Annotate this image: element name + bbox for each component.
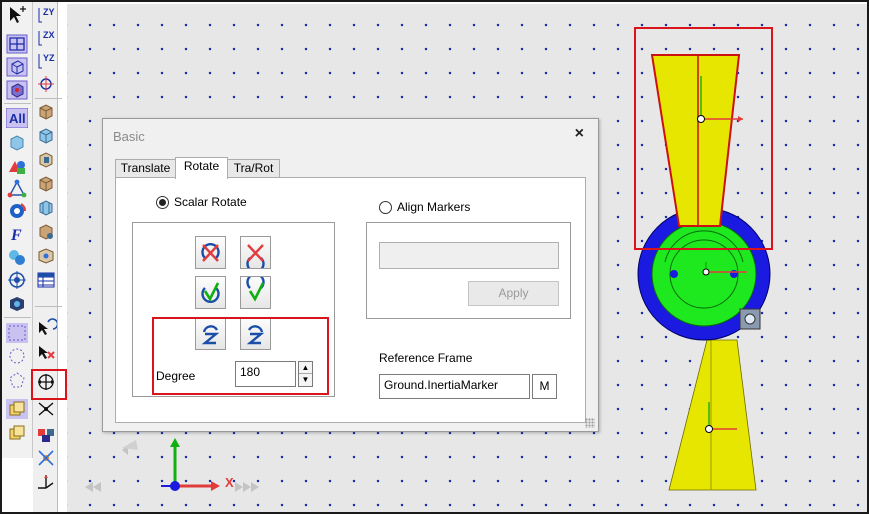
layer-paste-icon[interactable] bbox=[6, 423, 28, 443]
target-marker-icon[interactable] bbox=[6, 270, 28, 290]
svg-text:All: All bbox=[9, 111, 26, 126]
view-zy-icon[interactable]: ZY bbox=[35, 5, 57, 25]
spider-transform-icon[interactable] bbox=[35, 448, 57, 468]
joint-network-icon[interactable] bbox=[6, 179, 28, 199]
box-body-blue-icon[interactable] bbox=[35, 126, 57, 146]
rotate-y-positive-button[interactable] bbox=[240, 276, 271, 309]
rotate-controls-highlight bbox=[152, 317, 329, 395]
align-markers-label: Align Markers bbox=[397, 200, 471, 214]
force-icon[interactable]: F bbox=[6, 224, 28, 244]
shaded-cube-icon[interactable] bbox=[6, 80, 28, 100]
delete-tool-icon[interactable] bbox=[35, 342, 57, 362]
box-select-icon[interactable] bbox=[6, 323, 28, 343]
grid-view-icon[interactable] bbox=[6, 34, 28, 54]
rotate-x-positive-button[interactable] bbox=[240, 236, 271, 269]
view-zx-icon[interactable]: ZX bbox=[35, 28, 57, 48]
flex-body-icon[interactable] bbox=[35, 174, 57, 194]
svg-text:ZX: ZX bbox=[43, 30, 55, 40]
view-yz-icon[interactable]: YZ bbox=[35, 51, 57, 71]
view-iso-icon[interactable] bbox=[35, 74, 57, 94]
align-markers-input[interactable] bbox=[379, 242, 559, 269]
apply-button[interactable]: Apply bbox=[468, 281, 559, 306]
assembly-body-icon[interactable] bbox=[35, 222, 57, 242]
select-all-icon[interactable]: All bbox=[6, 108, 28, 128]
m-button[interactable]: M bbox=[532, 374, 557, 399]
box-body-icon[interactable] bbox=[35, 102, 57, 122]
tab-rotate[interactable]: Rotate bbox=[175, 157, 228, 179]
axis-transform-icon[interactable] bbox=[35, 472, 57, 492]
left-toolbar-primary: All F bbox=[2, 2, 33, 458]
resize-grip[interactable] bbox=[585, 418, 595, 428]
circle-select-icon[interactable] bbox=[6, 346, 28, 366]
basic-dialog: Basic × Translate Rotate Tra/Rot Scalar … bbox=[102, 118, 599, 432]
mirror-transform-icon[interactable] bbox=[35, 399, 57, 419]
scalar-rotate-radio-dot bbox=[156, 195, 169, 209]
close-icon[interactable]: × bbox=[575, 125, 584, 143]
svg-text:F: F bbox=[10, 227, 22, 244]
primitive-shapes-icon[interactable] bbox=[6, 156, 28, 176]
cylinder-body-icon[interactable] bbox=[35, 150, 57, 170]
svg-text:YZ: YZ bbox=[43, 53, 55, 63]
contact-icon[interactable] bbox=[6, 247, 28, 267]
lower-blade bbox=[668, 339, 757, 491]
tab-tra-rot[interactable]: Tra/Rot bbox=[227, 159, 280, 178]
bushing-icon[interactable] bbox=[6, 294, 28, 314]
active-tool-highlight bbox=[31, 369, 67, 400]
align-markers-radio[interactable]: Align Markers bbox=[379, 200, 470, 214]
reference-frame-input[interactable]: Ground.InertiaMarker bbox=[379, 374, 530, 399]
application-window: All F ZY ZX YZ X Basic × Translate Rotat… bbox=[0, 0, 869, 514]
rotate-x-negative-button[interactable] bbox=[195, 236, 226, 269]
body-cube-icon[interactable] bbox=[6, 133, 28, 153]
scalar-rotate-label: Scalar Rotate bbox=[174, 195, 247, 209]
rotate-panel: Scalar Rotate Align Markers Degree 180 ▲… bbox=[115, 177, 586, 423]
svg-text:ZY: ZY bbox=[43, 7, 55, 17]
upper-blade bbox=[650, 54, 741, 227]
rotate-y-negative-button[interactable] bbox=[195, 276, 226, 309]
dialog-title: Basic bbox=[113, 129, 145, 144]
layer-copy-icon[interactable] bbox=[6, 399, 28, 419]
table-list-icon[interactable] bbox=[35, 270, 57, 290]
left-toolbar-secondary: ZY ZX YZ bbox=[33, 2, 62, 512]
revolute-joint-icon[interactable] bbox=[6, 201, 28, 221]
mesh-body-icon[interactable] bbox=[35, 198, 57, 218]
x-axis-label: X bbox=[225, 475, 234, 490]
pattern-transform-icon[interactable] bbox=[35, 424, 57, 444]
scalar-rotate-radio[interactable]: Scalar Rotate bbox=[156, 195, 247, 209]
wireframe-cube-icon[interactable] bbox=[6, 57, 28, 77]
align-markers-radio-dot bbox=[379, 200, 392, 214]
rotate-tool-icon[interactable] bbox=[35, 318, 57, 338]
polygon-select-icon[interactable] bbox=[6, 370, 28, 390]
tab-translate[interactable]: Translate bbox=[115, 159, 176, 178]
select-arrow-icon[interactable] bbox=[6, 5, 28, 25]
sheet-body-icon[interactable] bbox=[35, 246, 57, 266]
reference-frame-label: Reference Frame bbox=[379, 351, 473, 365]
